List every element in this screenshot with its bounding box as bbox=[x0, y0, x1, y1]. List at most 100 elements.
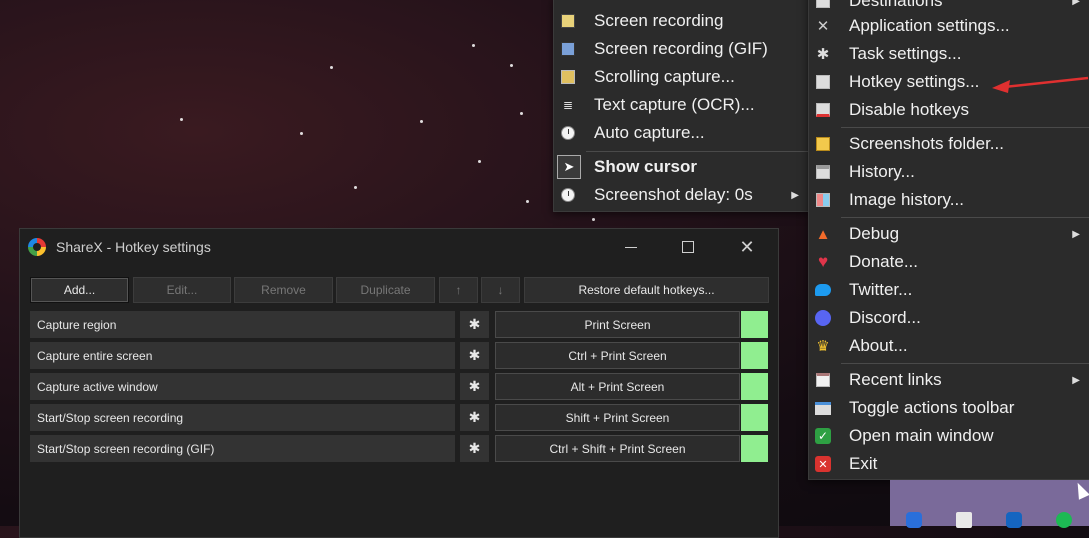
menu-item-show-cursor[interactable]: ➤ Show cursor bbox=[554, 153, 809, 181]
hotkey-status-indicator bbox=[741, 404, 768, 431]
hotkey-key-button[interactable]: Ctrl + Shift + Print Screen bbox=[495, 435, 740, 462]
taskbar-tray-area bbox=[890, 480, 1089, 528]
hotkey-task-label[interactable]: Capture entire screen bbox=[30, 342, 455, 369]
sharex-logo-icon bbox=[28, 238, 46, 256]
hotkey-task-settings-button[interactable]: ✱ bbox=[460, 435, 489, 462]
hotkey-task-settings-button[interactable]: ✱ bbox=[460, 404, 489, 431]
menu-item-screen-recording[interactable]: Screen recording bbox=[554, 7, 809, 35]
ocr-icon: ≣ bbox=[562, 98, 574, 112]
menu-separator bbox=[586, 151, 809, 152]
keyboard-icon bbox=[815, 74, 831, 90]
hotkey-task-settings-button[interactable]: ✱ bbox=[460, 342, 489, 369]
menu-item-twitter[interactable]: Twitter... bbox=[809, 276, 1089, 304]
menu-item-disable-hotkeys[interactable]: Disable hotkeys bbox=[809, 96, 1089, 124]
hotkey-key-button[interactable]: Shift + Print Screen bbox=[495, 404, 740, 431]
restore-default-hotkeys-button[interactable]: Restore default hotkeys... bbox=[524, 277, 769, 303]
menu-item-open-main-window[interactable]: ✓ Open main window bbox=[809, 422, 1089, 450]
move-down-button[interactable]: ↓ bbox=[481, 277, 520, 303]
duplicate-button[interactable]: Duplicate bbox=[336, 277, 435, 303]
twitter-icon bbox=[815, 282, 831, 298]
window-title: ShareX - Hotkey settings bbox=[56, 239, 211, 255]
edit-button[interactable]: Edit... bbox=[133, 277, 231, 303]
check-icon: ✓ bbox=[815, 428, 831, 444]
minimize-button[interactable] bbox=[611, 233, 651, 261]
chevron-right-icon: ▶ bbox=[1072, 374, 1080, 386]
image-history-icon bbox=[815, 192, 831, 208]
scrolling-capture-icon bbox=[560, 69, 576, 85]
folder-icon bbox=[815, 136, 831, 152]
hotkey-status-indicator bbox=[741, 373, 768, 400]
hotkey-row: Start/Stop screen recording (GIF) ✱ Ctrl… bbox=[30, 435, 768, 462]
discord-icon bbox=[815, 310, 831, 326]
annotation-arrow bbox=[992, 76, 1089, 93]
menu-item-screenshot-delay[interactable]: Screenshot delay: 0s ▶ bbox=[554, 181, 809, 209]
gif-recording-icon bbox=[560, 41, 576, 57]
hotkey-row: Capture entire screen ✱ Ctrl + Print Scr… bbox=[30, 342, 768, 369]
maximize-button[interactable] bbox=[668, 233, 708, 261]
gear-icon: ✱ bbox=[468, 378, 481, 394]
menu-separator bbox=[841, 217, 1089, 218]
exit-icon: ✕ bbox=[815, 456, 831, 472]
chevron-right-icon: ▶ bbox=[791, 189, 799, 201]
chevron-right-icon: ▶ bbox=[1072, 0, 1080, 7]
clock-icon bbox=[560, 125, 576, 141]
menu-separator bbox=[841, 363, 1089, 364]
menu-item-exit[interactable]: ✕ Exit bbox=[809, 450, 1089, 478]
menu-item-debug[interactable]: ▲ Debug ▶ bbox=[809, 220, 1089, 248]
menu-item-about[interactable]: ♛ About... bbox=[809, 332, 1089, 360]
history-icon bbox=[815, 164, 831, 180]
remove-button[interactable]: Remove bbox=[234, 277, 333, 303]
menu-item-application-settings[interactable]: ✕ Application settings... bbox=[809, 12, 1089, 40]
heart-icon: ♥ bbox=[817, 252, 829, 271]
hotkey-task-label[interactable]: Start/Stop screen recording (GIF) bbox=[30, 435, 455, 462]
move-up-button[interactable]: ↑ bbox=[439, 277, 478, 303]
minimize-icon bbox=[625, 246, 637, 248]
menu-item-history[interactable]: History... bbox=[809, 158, 1089, 186]
hotkey-status-indicator bbox=[741, 311, 768, 338]
debug-cone-icon: ▲ bbox=[815, 225, 831, 243]
hotkey-status-indicator bbox=[741, 342, 768, 369]
maximize-icon bbox=[682, 241, 694, 253]
menu-item-scrolling-capture[interactable]: Scrolling capture... bbox=[554, 63, 809, 91]
hotkey-key-button[interactable]: Print Screen bbox=[495, 311, 740, 338]
hotkey-task-settings-button[interactable]: ✱ bbox=[460, 311, 489, 338]
clipboard-icon bbox=[815, 372, 831, 388]
menu-item-discord[interactable]: Discord... bbox=[809, 304, 1089, 332]
menu-item-recent-links[interactable]: Recent links ▶ bbox=[809, 366, 1089, 394]
hotkey-row: Capture region ✱ Print Screen bbox=[30, 311, 768, 338]
menu-item-task-settings[interactable]: ✱ Task settings... bbox=[809, 40, 1089, 68]
menu-item-image-history[interactable]: Image history... bbox=[809, 186, 1089, 214]
gear-icon: ✱ bbox=[468, 440, 481, 456]
title-bar[interactable]: ShareX - Hotkey settings ✕ bbox=[20, 229, 778, 265]
gear-icon: ✱ bbox=[468, 409, 481, 425]
hotkey-status-indicator bbox=[741, 435, 768, 462]
menu-separator bbox=[841, 127, 1089, 128]
capture-submenu: Screen recording Screen recording (GIF) … bbox=[553, 0, 810, 212]
close-button[interactable]: ✕ bbox=[727, 233, 767, 261]
clock-icon bbox=[560, 187, 576, 203]
hotkey-task-label[interactable]: Capture region bbox=[30, 311, 455, 338]
menu-item-donate[interactable]: ♥ Donate... bbox=[809, 248, 1089, 276]
hotkey-row: Start/Stop screen recording ✱ Shift + Pr… bbox=[30, 404, 768, 431]
hotkey-key-button[interactable]: Alt + Print Screen bbox=[495, 373, 740, 400]
gear-icon: ✱ bbox=[468, 316, 481, 332]
add-button[interactable]: Add... bbox=[30, 277, 129, 303]
crown-icon: ♛ bbox=[816, 338, 830, 355]
hotkey-task-settings-button[interactable]: ✱ bbox=[460, 373, 489, 400]
cursor-icon: ➤ bbox=[557, 155, 581, 179]
chevron-right-icon: ▶ bbox=[1072, 228, 1080, 240]
hotkey-row: Capture active window ✱ Alt + Print Scre… bbox=[30, 373, 768, 400]
menu-item-screen-recording-gif[interactable]: Screen recording (GIF) bbox=[554, 35, 809, 63]
close-icon: ✕ bbox=[739, 236, 755, 257]
gear-icon: ✱ bbox=[468, 347, 481, 363]
menu-item-screenshots-folder[interactable]: Screenshots folder... bbox=[809, 130, 1089, 158]
hotkey-task-label[interactable]: Start/Stop screen recording bbox=[30, 404, 455, 431]
hotkey-settings-window: ShareX - Hotkey settings ✕ Add... Edit..… bbox=[19, 228, 779, 538]
menu-item-auto-capture[interactable]: Auto capture... bbox=[554, 119, 809, 147]
destinations-icon bbox=[815, 0, 831, 9]
hotkey-task-label[interactable]: Capture active window bbox=[30, 373, 455, 400]
hotkey-key-button[interactable]: Ctrl + Print Screen bbox=[495, 342, 740, 369]
menu-item-text-capture[interactable]: ≣ Text capture (OCR)... bbox=[554, 91, 809, 119]
menu-item-toggle-actions-toolbar[interactable]: Toggle actions toolbar bbox=[809, 394, 1089, 422]
gear-icon: ✱ bbox=[816, 46, 830, 63]
